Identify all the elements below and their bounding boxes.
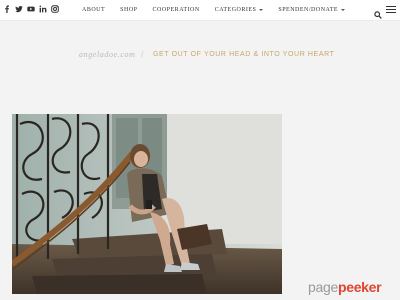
- site-motto: GET OUT OF YOUR HEAD & INTO YOUR HEART: [153, 51, 335, 58]
- twitter-icon[interactable]: [15, 5, 23, 13]
- nav-item-spenden-donate[interactable]: SPENDEN/DONATE: [278, 7, 346, 13]
- nav-item-cooperation[interactable]: COOPERATION: [153, 7, 200, 13]
- nav-label: SHOP: [120, 7, 138, 13]
- watermark-text-peeker: peeker: [337, 279, 382, 295]
- site-name[interactable]: angeladoe.com: [79, 50, 135, 59]
- top-navigation-bar: ABOUT SHOP COOPERATION CATEGORIES SPENDE…: [0, 0, 400, 21]
- chevron-down-icon: [259, 9, 264, 11]
- nav-label: ABOUT: [82, 7, 106, 13]
- linkedin-icon[interactable]: [39, 5, 47, 13]
- pagepeeker-watermark: page peeker: [308, 279, 382, 295]
- search-icon[interactable]: [374, 6, 382, 19]
- youtube-icon[interactable]: [27, 5, 35, 13]
- facebook-icon[interactable]: [3, 5, 11, 13]
- chevron-down-icon: [341, 9, 346, 11]
- nav-label: SPENDEN/DONATE: [278, 7, 339, 13]
- menu-icon[interactable]: [386, 6, 396, 14]
- menu-line: [386, 11, 396, 14]
- site-tagline: angeladoe.com / GET OUT OF YOUR HEAD & I…: [0, 48, 400, 62]
- nav-label: COOPERATION: [152, 7, 200, 13]
- featured-image[interactable]: [12, 114, 282, 294]
- featured-photo: [12, 114, 282, 294]
- menu-line: [386, 6, 396, 8]
- menu-line: [386, 8, 396, 11]
- tagline-separator: /: [141, 49, 144, 59]
- nav-item-shop[interactable]: SHOP: [120, 7, 137, 13]
- nav-label: CATEGORIES: [214, 7, 257, 13]
- nav-item-about[interactable]: ABOUT: [82, 7, 105, 13]
- nav-item-categories[interactable]: CATEGORIES: [215, 7, 264, 13]
- main-menu: ABOUT SHOP COOPERATION CATEGORIES SPENDE…: [82, 0, 360, 20]
- instagram-icon[interactable]: [51, 5, 59, 13]
- social-links: [3, 5, 59, 15]
- watermark-text-page: page: [308, 279, 338, 295]
